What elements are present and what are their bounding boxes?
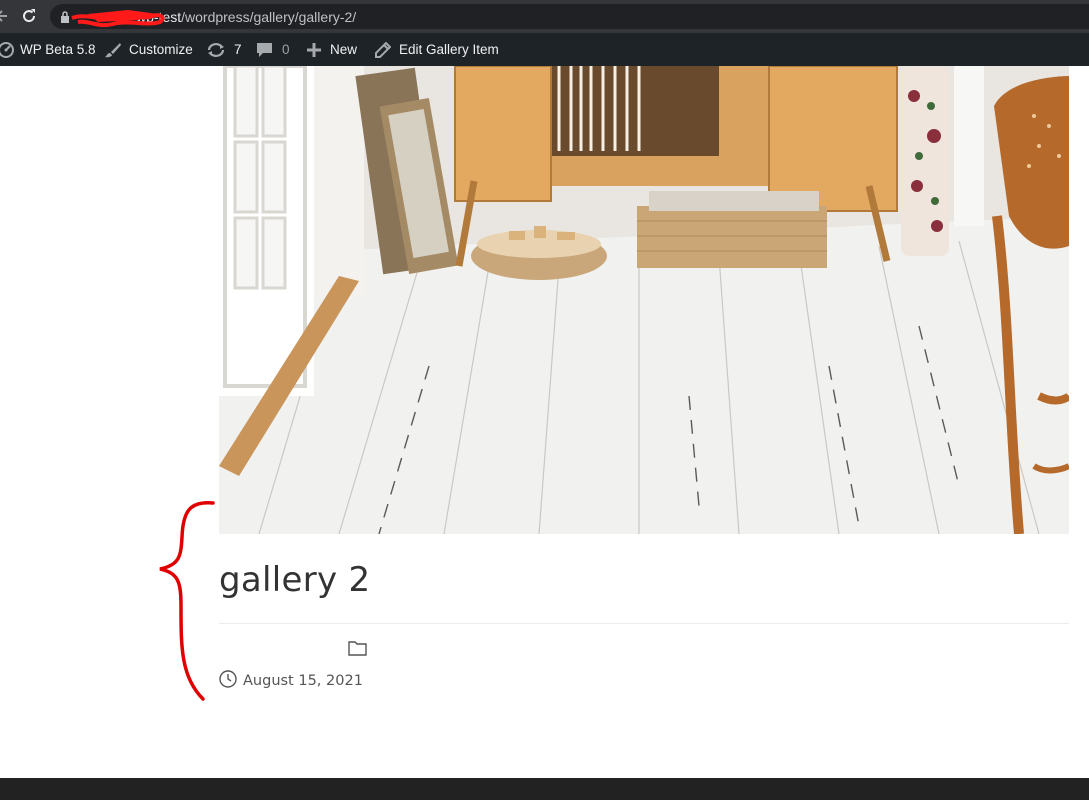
browser-toolbar: wp-test/wordpress/gallery/gallery-2/ [0, 0, 1089, 33]
clock-icon [219, 670, 237, 688]
post-title: gallery 2 [219, 560, 371, 600]
customize-label: Customize [129, 42, 193, 57]
admin-bar-new[interactable]: New [306, 33, 357, 66]
admin-bar-comments[interactable]: 0 [256, 33, 290, 66]
folder-icon [348, 640, 367, 656]
site-footer [0, 778, 1089, 800]
post-date: August 15, 2021 [243, 673, 363, 689]
brush-icon [104, 42, 122, 58]
room-photo [219, 66, 1069, 534]
address-bar[interactable]: wp-test/wordpress/gallery/gallery-2/ [50, 4, 1089, 29]
dashboard-icon [0, 41, 14, 58]
url-path: /wordpress/gallery/gallery-2/ [181, 9, 357, 25]
admin-bar-edit[interactable]: Edit Gallery Item [374, 33, 499, 66]
annotation-brace [159, 501, 215, 701]
site-name: WP Beta 5.8 [20, 42, 96, 57]
redaction-scribble [71, 10, 165, 28]
comments-count: 0 [282, 42, 290, 57]
admin-bar-customize[interactable]: Customize [104, 33, 193, 66]
featured-image [219, 66, 1069, 534]
pencil-icon [374, 41, 391, 58]
new-label: New [330, 42, 358, 57]
comment-icon [256, 42, 273, 58]
updates-icon [206, 42, 226, 58]
updates-count: 7 [234, 42, 242, 57]
admin-bar-site[interactable]: WP Beta 5.8 [0, 33, 96, 66]
wp-admin-bar: WP Beta 5.8 Customize 7 0 New Edit Galle… [0, 33, 1089, 66]
plus-icon [306, 42, 322, 58]
edit-label: Edit Gallery Item [399, 42, 499, 57]
reload-icon[interactable] [19, 6, 39, 26]
back-arrow-icon[interactable] [0, 6, 10, 26]
title-divider [219, 623, 1069, 624]
admin-bar-updates[interactable]: 7 [206, 33, 242, 66]
